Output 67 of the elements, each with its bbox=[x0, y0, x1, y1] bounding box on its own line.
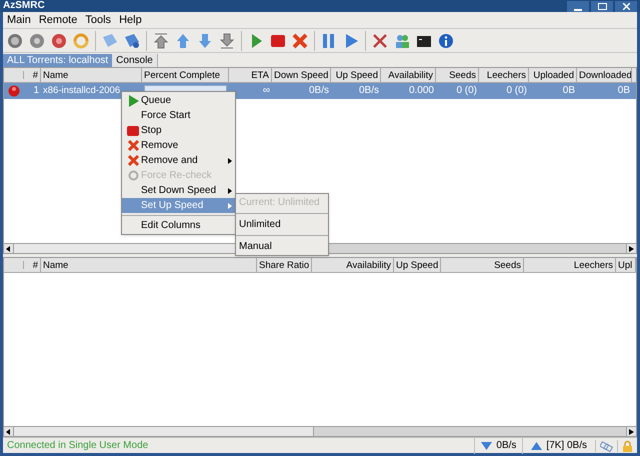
column-header[interactable]: Availability bbox=[388, 70, 433, 81]
window-title: AzSMRC bbox=[3, 0, 45, 12]
table-cell: 0 (0) bbox=[506, 85, 527, 96]
column-header[interactable]: Name bbox=[43, 260, 68, 271]
column-header[interactable]: Seeds bbox=[494, 260, 521, 271]
menu-item[interactable]: Set Down Speed bbox=[122, 183, 235, 198]
menu-item[interactable]: Stop bbox=[122, 123, 235, 138]
cross-icon bbox=[128, 140, 138, 151]
horizontal-scrollbar[interactable] bbox=[4, 426, 636, 436]
column-header[interactable]: Up Speed bbox=[336, 70, 378, 81]
upload-speed: [7K] 0B/s bbox=[546, 438, 587, 452]
cross-icon bbox=[128, 155, 138, 166]
submenu-arrow-icon bbox=[228, 158, 232, 164]
menu-item[interactable]: Force Start bbox=[122, 108, 235, 123]
table-cell: ∞ bbox=[262, 85, 270, 96]
download-icon bbox=[481, 442, 492, 450]
menu-item[interactable]: Unlimited bbox=[236, 217, 328, 232]
column-header[interactable]: Uploaded bbox=[533, 70, 574, 81]
link-icon bbox=[600, 440, 613, 452]
menu-item[interactable]: Help bbox=[119, 12, 142, 28]
submenu-arrow-icon bbox=[228, 188, 232, 194]
menu-item[interactable]: Main bbox=[7, 12, 31, 28]
column-header[interactable]: Availability bbox=[346, 260, 391, 271]
tab[interactable]: Console bbox=[112, 54, 158, 67]
column-header[interactable]: Upl bbox=[618, 260, 632, 271]
column-header[interactable]: Leechers bbox=[486, 70, 526, 81]
table-cell: 0.000 bbox=[408, 85, 434, 96]
stop-icon bbox=[127, 126, 139, 136]
column-header[interactable]: Percent Complete bbox=[144, 70, 220, 81]
lock-icon bbox=[622, 440, 633, 452]
scroll-right-icon[interactable] bbox=[629, 428, 634, 434]
scroll-left-icon[interactable] bbox=[6, 428, 11, 434]
table-cell: 0B bbox=[562, 85, 575, 96]
refresh-icon bbox=[128, 170, 138, 181]
download-speed: 0B/s bbox=[496, 438, 516, 452]
minimize-button[interactable] bbox=[567, 0, 589, 12]
status-icon bbox=[8, 85, 20, 97]
close-icon bbox=[622, 2, 630, 10]
table-cell: 0B/s bbox=[358, 85, 379, 96]
table-cell: 0B bbox=[618, 85, 630, 96]
column-header[interactable]: Up Speed bbox=[396, 260, 438, 271]
column-header[interactable]: Name bbox=[43, 70, 68, 81]
column-header[interactable]: # bbox=[32, 70, 38, 81]
menu-item[interactable]: Remove and bbox=[122, 153, 235, 168]
table-cell: 0B/s bbox=[308, 85, 329, 96]
menu-item[interactable]: Edit Columns bbox=[122, 218, 235, 233]
column-header[interactable]: ETA bbox=[251, 70, 269, 81]
menu-item[interactable]: Remove bbox=[122, 138, 235, 153]
column-header[interactable]: # bbox=[32, 260, 38, 271]
upload-icon bbox=[531, 442, 542, 450]
play-icon bbox=[128, 94, 138, 106]
column-header[interactable]: Downloaded bbox=[579, 70, 631, 81]
menu-item[interactable]: Remote bbox=[38, 12, 78, 28]
table-cell: x86-installcd-2006 bbox=[43, 85, 120, 96]
maximize-button[interactable] bbox=[591, 0, 613, 12]
minimize-icon bbox=[574, 8, 582, 12]
column-header[interactable]: Share Ratio bbox=[259, 260, 310, 271]
column-header[interactable]: Seeds bbox=[449, 70, 476, 81]
menu-item[interactable]: Tools bbox=[85, 12, 112, 28]
table-cell: 0 (0) bbox=[456, 85, 477, 96]
maximize-icon bbox=[598, 2, 606, 10]
column-header[interactable]: Leechers bbox=[574, 260, 613, 271]
status-message: Connected in Single User Mode bbox=[6, 438, 150, 452]
table-cell: 1 bbox=[33, 85, 39, 96]
submenu-arrow-icon bbox=[228, 202, 232, 208]
close-button[interactable] bbox=[615, 0, 637, 12]
column-header[interactable]: Down Speed bbox=[274, 70, 328, 81]
